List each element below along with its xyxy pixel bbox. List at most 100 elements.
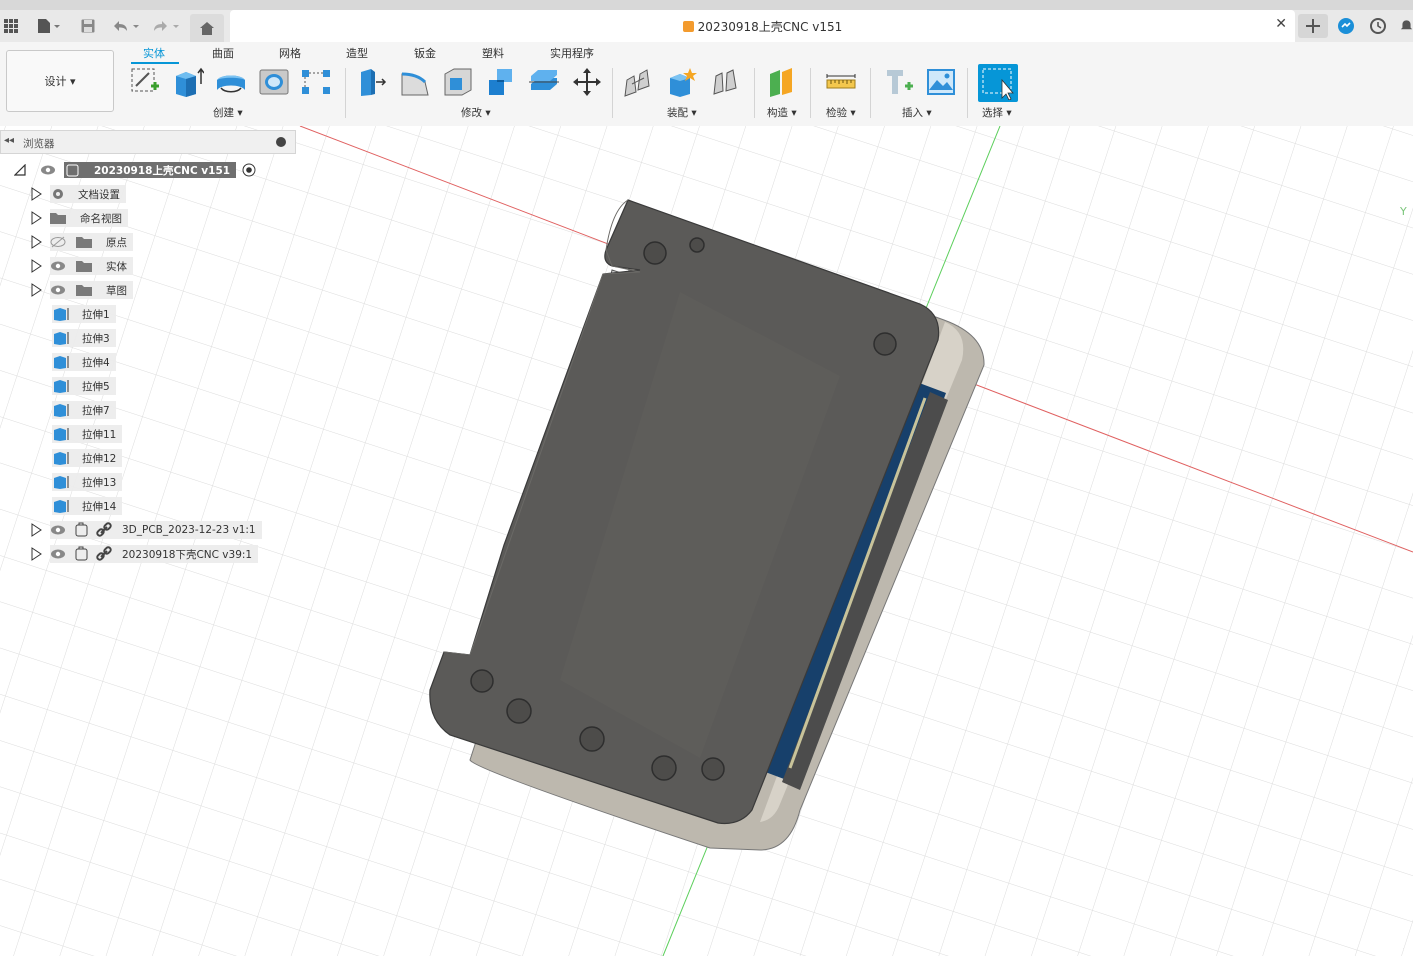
tree-component-pcb[interactable]: 3D_PCB_2023-12-23 v1:1 — [30, 520, 262, 540]
expand-triangle-icon[interactable] — [30, 259, 42, 273]
inspect-group-label[interactable]: 检验 ▾ — [826, 105, 856, 120]
modify-group-label[interactable]: 修改 ▾ — [461, 105, 491, 120]
fillet-icon[interactable] — [398, 65, 432, 99]
folder-icon — [76, 261, 92, 272]
expand-triangle-icon[interactable] — [30, 523, 42, 537]
measure-icon[interactable] — [824, 65, 858, 99]
model-viewport[interactable]: Y — [0, 126, 1413, 956]
expand-triangle-icon[interactable] — [30, 547, 42, 561]
redo-icon[interactable] — [150, 14, 180, 38]
tree-feature-extrude[interactable]: 拉伸14 — [52, 496, 123, 516]
tree-item-origin[interactable]: 原点 — [30, 232, 133, 252]
create-sketch-icon[interactable] — [128, 65, 162, 99]
create-group-label[interactable]: 创建 ▾ — [213, 105, 243, 120]
tree-feature-extrude[interactable]: 拉伸11 — [52, 424, 123, 444]
tab-mesh[interactable]: 网格 — [279, 45, 301, 61]
select-group-label[interactable]: 选择 ▾ — [982, 105, 1012, 120]
tree-feature-extrude[interactable]: 拉伸12 — [52, 448, 123, 468]
tree-component-lower-case[interactable]: 20230918下壳CNC v39:1 — [30, 544, 259, 564]
tab-form[interactable]: 造型 — [346, 45, 368, 61]
extrude-icon[interactable] — [171, 65, 205, 99]
tree-feature-extrude[interactable]: 拉伸3 — [52, 328, 116, 348]
tab-utilities[interactable]: 实用程序 — [550, 45, 594, 61]
visibility-eye-icon[interactable] — [50, 284, 68, 296]
link-icon — [96, 546, 112, 561]
viewport-canvas[interactable]: Y — [0, 126, 1413, 956]
insert-group-label[interactable]: 插入 ▾ — [902, 105, 932, 120]
folder-icon — [76, 285, 92, 296]
move-copy-icon[interactable] — [570, 65, 604, 99]
revolve-icon[interactable] — [214, 65, 248, 99]
document-tab[interactable]: 20230918上壳CNC v151 ✕ — [230, 10, 1295, 42]
tree-feature-extrude[interactable]: 拉伸1 — [52, 304, 116, 324]
document-title: 20230918上壳CNC v151 — [230, 18, 1295, 35]
job-status-clock-icon[interactable] — [1368, 14, 1388, 38]
tab-solid[interactable]: 实体 — [143, 45, 165, 61]
apps-grid-icon[interactable] — [2, 14, 20, 38]
new-component-icon[interactable] — [665, 65, 699, 99]
save-icon[interactable] — [78, 14, 98, 38]
split-body-icon[interactable] — [527, 65, 561, 99]
extrude-feature-icon — [54, 428, 69, 441]
insert-canvas-icon[interactable] — [924, 65, 958, 99]
separator — [754, 68, 755, 118]
home-tab-icon[interactable] — [190, 14, 224, 42]
tree-item-sketches[interactable]: 草图 — [30, 280, 133, 300]
visibility-eye-icon[interactable] — [50, 548, 68, 560]
pin-panel-icon[interactable] — [276, 137, 286, 147]
expand-triangle-icon[interactable] — [30, 211, 42, 225]
notifications-bell-icon[interactable] — [1400, 14, 1413, 38]
root-component-label[interactable]: 20230918上壳CNC v151 — [64, 162, 237, 178]
pattern-icon[interactable] — [299, 65, 333, 99]
tree-feature-extrude[interactable]: 拉伸5 — [52, 376, 116, 396]
undo-icon[interactable] — [110, 14, 140, 38]
activate-radio-icon[interactable] — [242, 163, 256, 177]
visibility-eye-icon[interactable] — [50, 260, 68, 272]
browser-panel-header: ◂◂ 浏览器 — [0, 130, 296, 154]
assemble-group-label[interactable]: 装配 ▾ — [667, 105, 697, 120]
close-tab-icon[interactable]: ✕ — [1275, 16, 1287, 32]
expand-triangle-icon[interactable] — [30, 283, 42, 297]
feature-label: 拉伸4 — [82, 356, 110, 369]
construct-group-label[interactable]: 构造 ▾ — [767, 105, 797, 120]
collapse-triangle-icon[interactable] — [14, 164, 26, 176]
file-menu-icon[interactable] — [34, 14, 64, 38]
visibility-eye-icon[interactable] — [50, 524, 68, 536]
tree-item-bodies[interactable]: 实体 — [30, 256, 133, 276]
tree-item-named-views[interactable]: 命名视图 — [30, 208, 128, 228]
tab-sheet-metal[interactable]: 钣金 — [414, 45, 436, 61]
hidden-eye-icon[interactable] — [50, 236, 68, 248]
feature-label: 拉伸13 — [82, 476, 117, 489]
workspace-switcher-button[interactable]: 设计 ▾ — [6, 50, 114, 112]
extrude-feature-icon — [54, 308, 69, 321]
insert-derive-icon[interactable] — [882, 65, 916, 99]
feature-label: 拉伸1 — [82, 308, 110, 321]
tree-feature-extrude[interactable]: 拉伸4 — [52, 352, 116, 372]
new-tab-icon[interactable] — [1298, 14, 1328, 38]
tab-plastic[interactable]: 塑料 — [482, 45, 504, 61]
title-bar: 20230918上壳CNC v151 ✕ — [0, 10, 1413, 42]
joint-icon[interactable] — [622, 65, 656, 99]
combine-icon[interactable] — [484, 65, 518, 99]
data-panel-icon[interactable] — [1336, 14, 1356, 38]
tree-feature-extrude[interactable]: 拉伸7 — [52, 400, 116, 420]
viewcube-axis-label[interactable]: Y — [1399, 205, 1407, 218]
feature-label: 拉伸12 — [82, 452, 117, 465]
tree-root-row[interactable]: 20230918上壳CNC v151 — [14, 160, 256, 180]
offset-plane-icon[interactable] — [765, 65, 799, 99]
tree-feature-extrude[interactable]: 拉伸13 — [52, 472, 123, 492]
tree-item-label: 文档设置 — [78, 188, 120, 201]
as-built-joint-icon[interactable] — [708, 65, 742, 99]
visibility-eye-icon[interactable] — [40, 164, 56, 176]
hole-icon[interactable] — [257, 65, 291, 99]
collapse-panel-icon[interactable]: ◂◂ — [4, 135, 14, 146]
press-pull-icon[interactable] — [355, 65, 389, 99]
separator — [967, 68, 968, 118]
shell-icon[interactable] — [441, 65, 475, 99]
tree-item-document-settings[interactable]: 文档设置 — [30, 184, 126, 204]
select-tool-icon[interactable] — [978, 64, 1018, 102]
browser-title: 浏览器 — [23, 138, 55, 150]
expand-triangle-icon[interactable] — [30, 235, 42, 249]
tab-surface[interactable]: 曲面 — [212, 45, 234, 61]
expand-triangle-icon[interactable] — [30, 187, 42, 201]
